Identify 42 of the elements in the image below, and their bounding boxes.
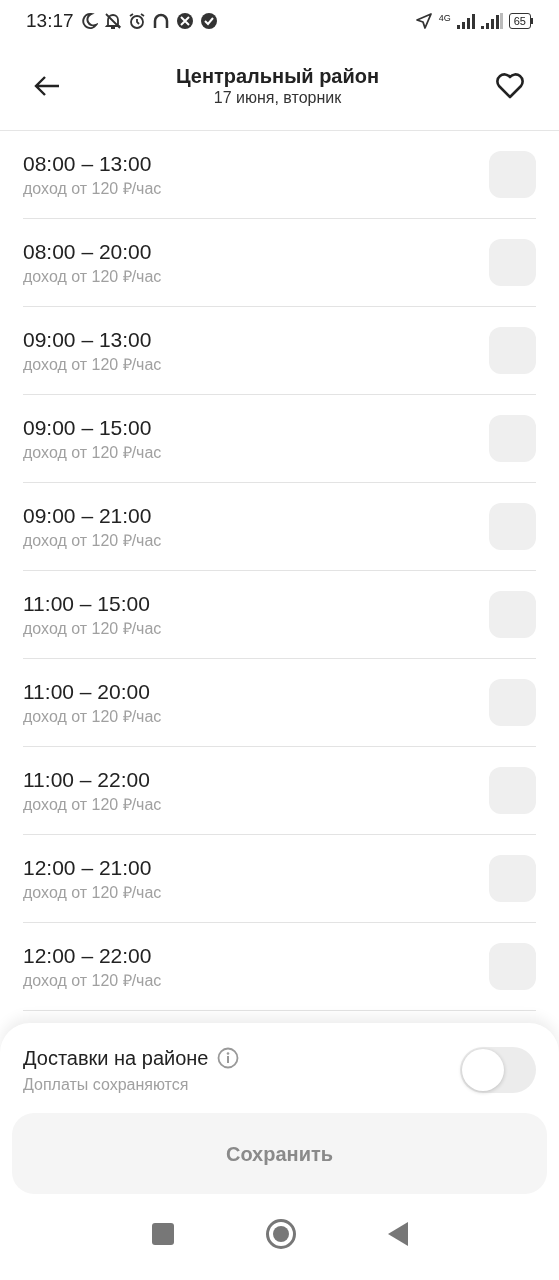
- check-circle-icon: [199, 12, 218, 30]
- shift-time: 11:00 – 15:00: [23, 590, 151, 617]
- shift-income: доход от 120 ₽/час: [23, 354, 162, 375]
- shift-time: 12:00 – 22:00: [23, 942, 153, 969]
- moon-icon: [79, 12, 98, 30]
- shift-time: 11:00 – 22:00: [23, 766, 151, 793]
- toggle-switch[interactable]: [460, 1047, 536, 1093]
- shift-income: доход от 120 ₽/час: [23, 178, 162, 199]
- headphones-icon: [151, 12, 170, 30]
- page-title: Центральный район: [175, 64, 380, 88]
- back-triangle-icon[interactable]: [386, 1221, 409, 1247]
- setting-note: Доплаты сохраняются: [23, 1075, 190, 1095]
- back-arrow-icon: [34, 75, 60, 97]
- page-subtitle: 17 июня, вторник: [213, 88, 342, 108]
- shift-time: 11:00 – 20:00: [23, 678, 151, 705]
- recent-apps-icon[interactable]: [150, 1222, 175, 1246]
- network-type: 4G: [438, 14, 451, 23]
- shift-income: доход от 120 ₽/час: [23, 970, 162, 991]
- bell-off-icon: [103, 12, 122, 30]
- shift-time: 12:00 – 21:00: [23, 854, 153, 881]
- shift-time: 09:00 – 13:00: [23, 326, 153, 353]
- battery-indicator: 65: [508, 13, 533, 29]
- shift-time: 08:00 – 20:00: [23, 238, 153, 265]
- location-arrow-icon: [414, 12, 433, 30]
- shift-time: 09:00 – 15:00: [23, 414, 153, 441]
- alarm-icon: [127, 12, 146, 30]
- shift-time: 08:00 – 13:00: [23, 150, 153, 177]
- setting-label: Доставки на районе: [23, 1046, 209, 1071]
- shift-time: 09:00 – 21:00: [23, 502, 153, 529]
- shift-income: доход от 120 ₽/час: [23, 618, 162, 639]
- heart-icon: [495, 73, 525, 99]
- shift-income: доход от 120 ₽/час: [23, 706, 162, 727]
- shift-income: доход от 120 ₽/час: [23, 442, 162, 463]
- shift-income: доход от 120 ₽/час: [23, 530, 162, 551]
- info-icon[interactable]: [216, 1047, 239, 1069]
- clock-time: 13:17: [26, 8, 74, 33]
- signal-icon: [480, 13, 503, 29]
- home-icon[interactable]: [264, 1218, 297, 1250]
- shift-income: доход от 120 ₽/час: [23, 882, 162, 903]
- shift-income: доход от 120 ₽/час: [23, 794, 162, 815]
- shift-income: доход от 120 ₽/час: [23, 266, 162, 287]
- signal-icon: [456, 13, 475, 29]
